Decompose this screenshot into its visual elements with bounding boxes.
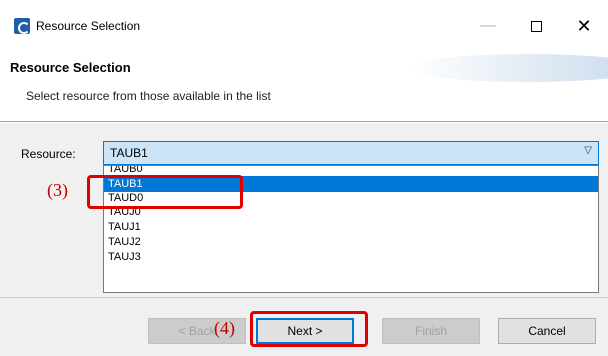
header-decoration <box>408 54 608 82</box>
app-icon <box>14 18 30 34</box>
resource-combobox-value: TAUB1 <box>110 146 148 160</box>
list-item-tauj2[interactable]: TAUJ2 <box>104 236 598 249</box>
page-title: Resource Selection <box>10 60 131 75</box>
step-4-annotation: (4) <box>214 318 235 338</box>
maximize-icon <box>530 20 542 32</box>
wizard-header: Resource Selection Select resource from … <box>0 50 608 122</box>
wizard-body: Resource: TAUB1 ▽ TAUB0 TAUB1 TAUD0 TAUJ… <box>0 123 608 297</box>
list-item-tauj1[interactable]: TAUJ1 <box>104 221 598 234</box>
step-3-annotation: (3) <box>47 180 68 200</box>
maximize-button[interactable] <box>514 12 558 40</box>
finish-button[interactable]: Finish <box>382 318 480 344</box>
window-title: Resource Selection <box>36 19 141 33</box>
highlight-box-next <box>250 311 368 347</box>
title-bar: Resource Selection — ✕ <box>0 0 608 50</box>
highlight-box-taub1 <box>87 175 243 209</box>
cancel-button[interactable]: Cancel <box>498 318 596 344</box>
chevron-down-icon[interactable]: ▽ <box>584 145 592 156</box>
resource-combobox[interactable]: TAUB1 ▽ <box>103 141 599 165</box>
close-button[interactable]: ✕ <box>562 12 606 40</box>
page-description: Select resource from those available in … <box>26 89 271 103</box>
list-item-tauj3[interactable]: TAUJ3 <box>104 251 598 264</box>
minimize-button[interactable]: — <box>466 12 510 40</box>
resource-label: Resource: <box>21 147 76 161</box>
